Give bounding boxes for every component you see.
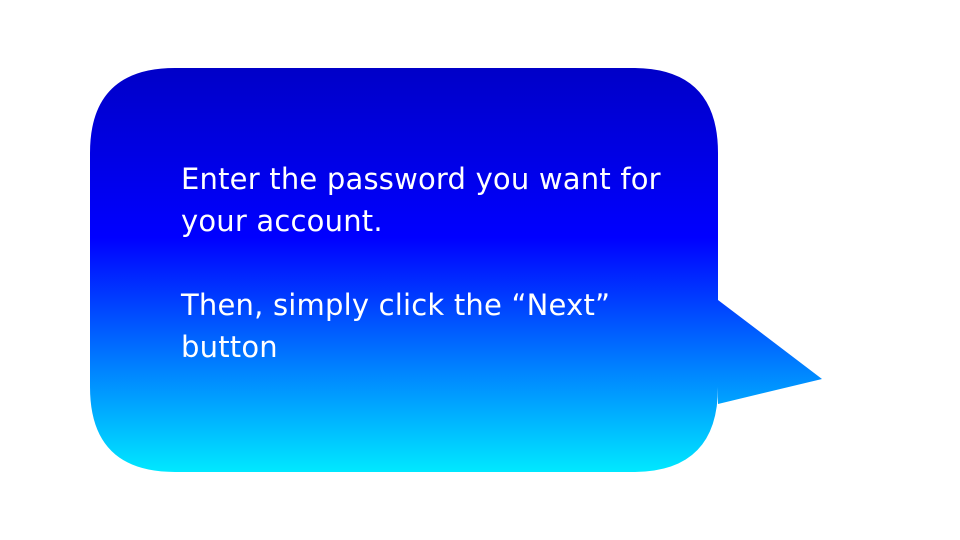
instruction-tooltip: Enter the password you want for your acc…: [0, 0, 960, 540]
tooltip-instruction-password: Enter the password you want for your acc…: [181, 162, 661, 238]
tooltip-instruction-next: Then, simply click the “Next” button: [181, 288, 611, 364]
tooltip-message: Enter the password you want for your acc…: [181, 158, 681, 368]
